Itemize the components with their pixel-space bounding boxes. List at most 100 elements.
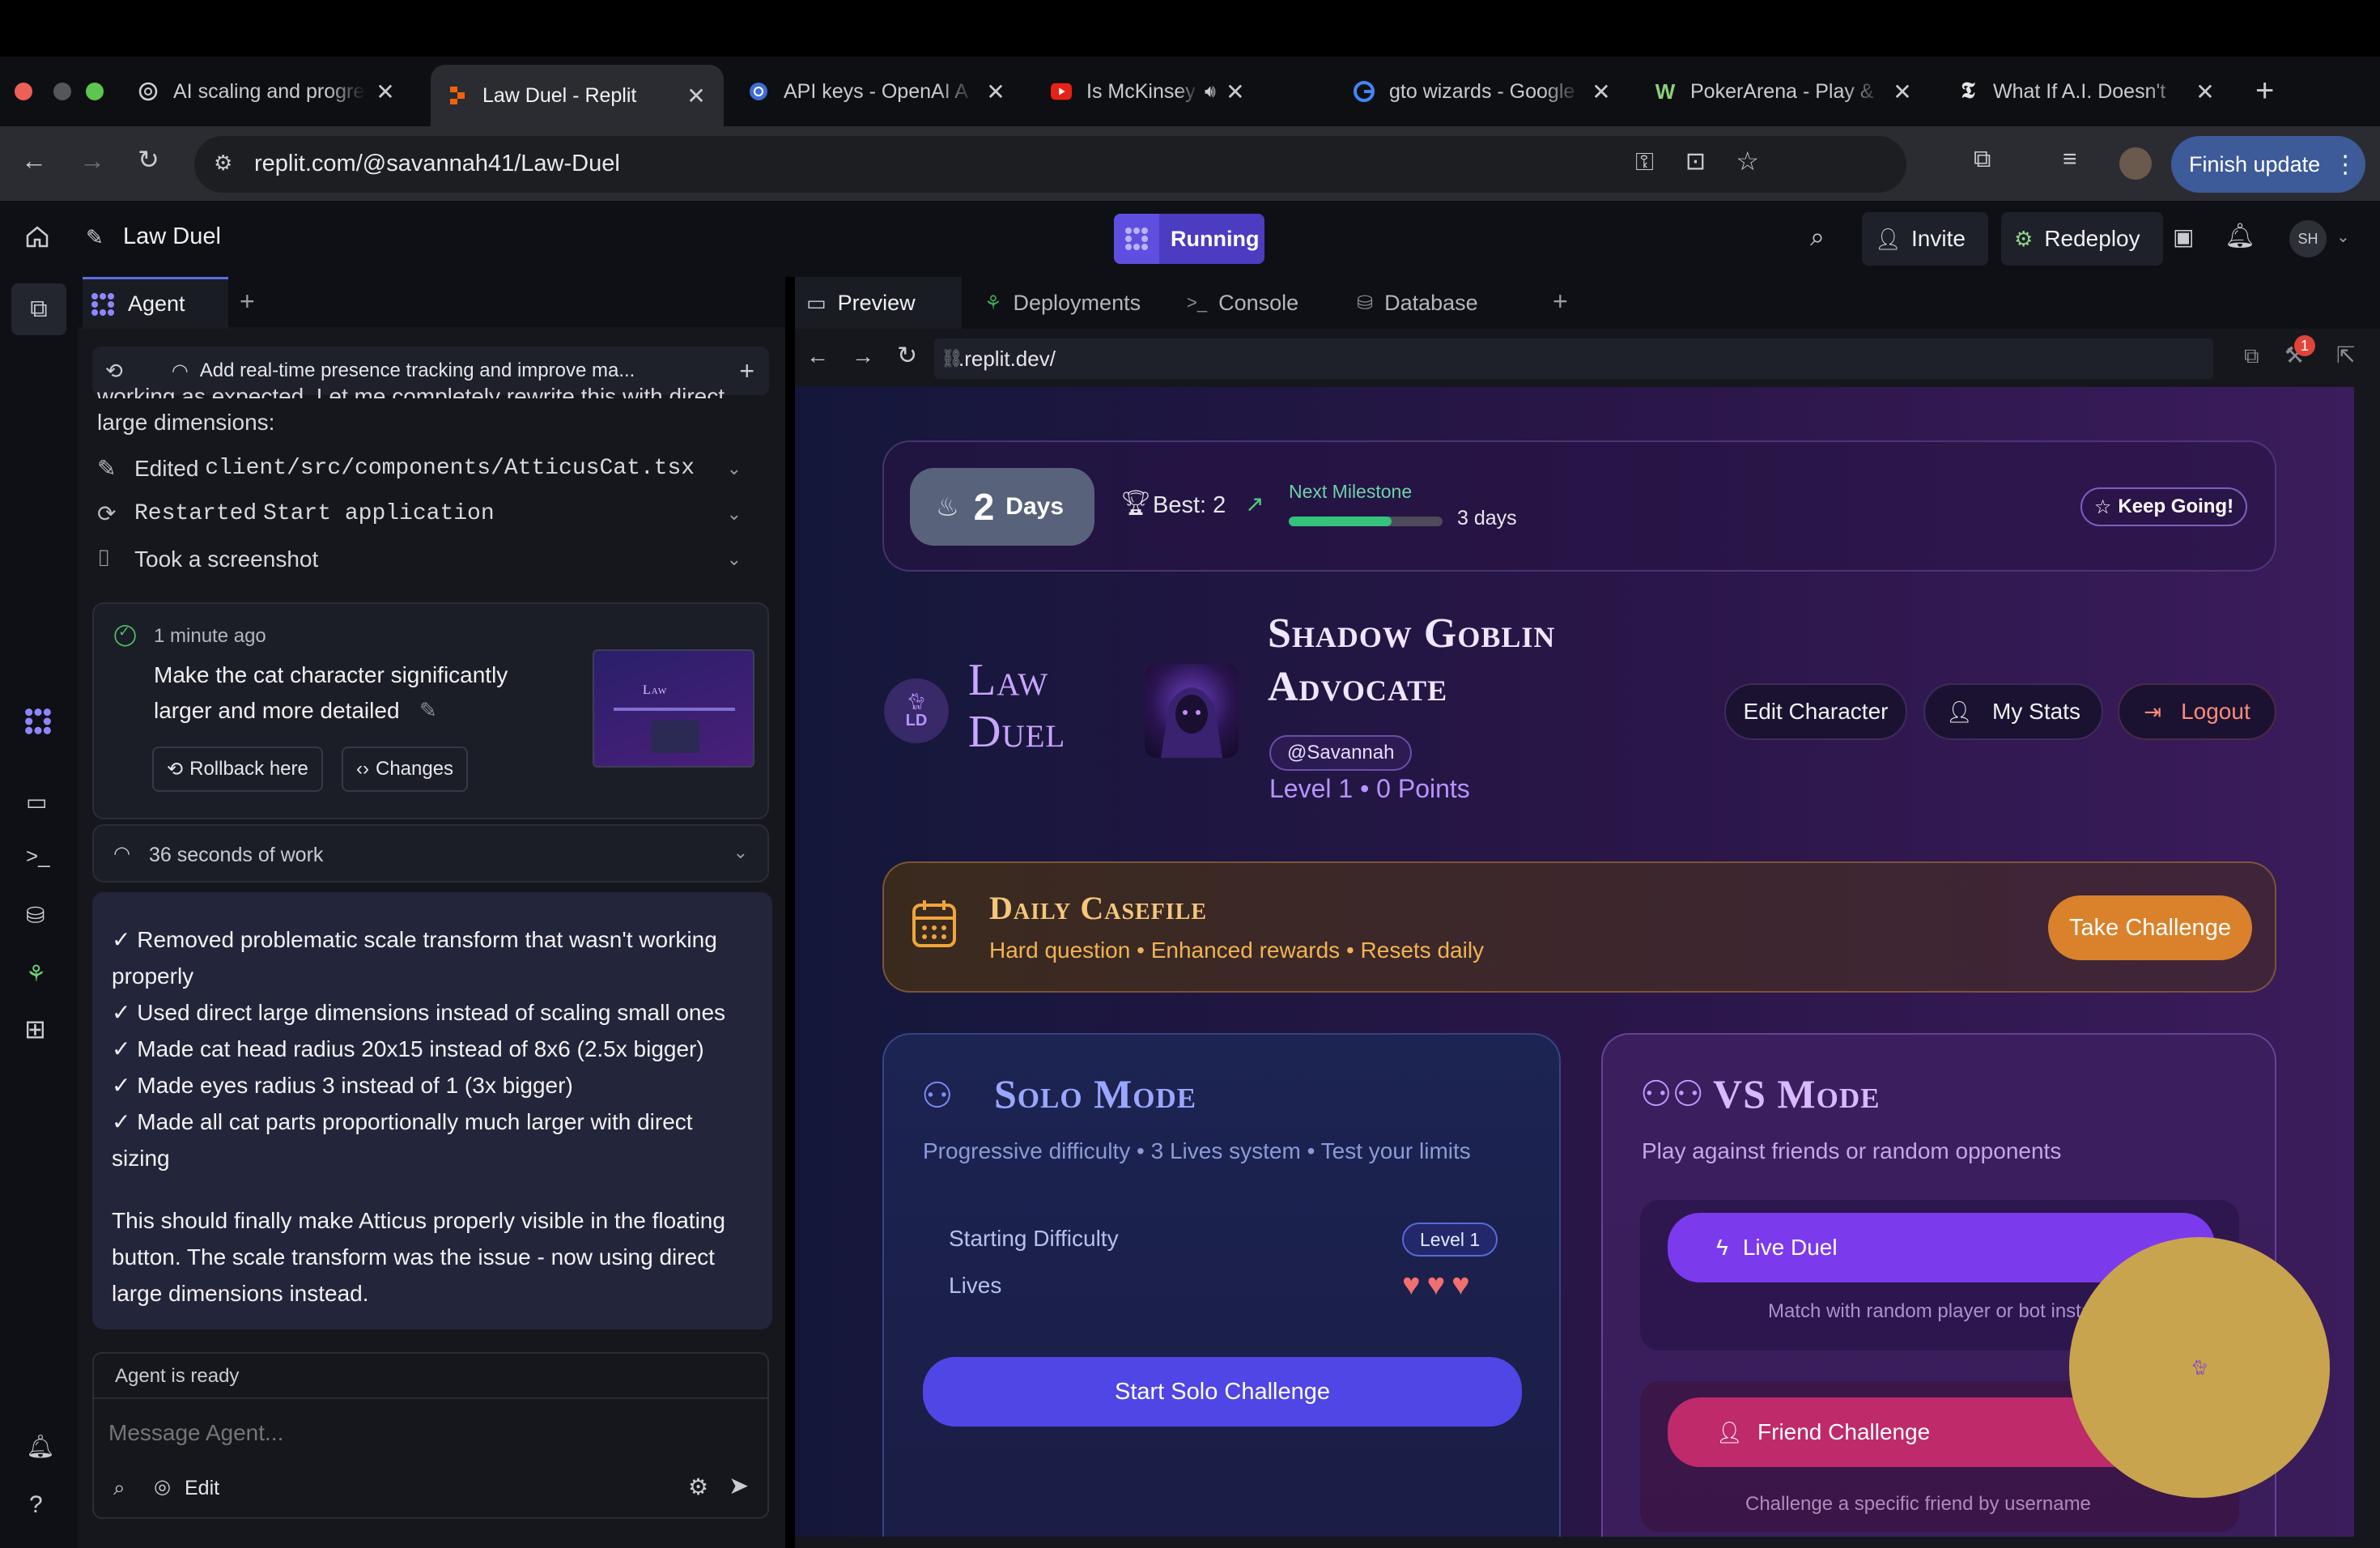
run-status-button[interactable]: Running — [1114, 214, 1264, 264]
close-tab-icon[interactable]: ✕ — [1224, 79, 1247, 105]
preview-url-bar[interactable]: ⛓ .replit.dev/ — [934, 338, 2213, 379]
all-tools-icon[interactable]: ⊞ — [24, 1014, 46, 1044]
password-key-icon[interactable]: ⚿ — [1635, 149, 1654, 176]
preview-forward-icon[interactable]: → — [852, 343, 874, 369]
help-icon[interactable]: ? — [29, 1491, 43, 1519]
rollback-button[interactable]: ⟲ Rollback here — [152, 746, 323, 792]
finish-update-button[interactable]: Finish update ⋮ — [2171, 136, 2365, 193]
more-menu-icon[interactable]: ⋮ — [2333, 151, 2357, 179]
reload-icon[interactable]: ↻ — [138, 144, 159, 175]
install-app-icon[interactable]: ⊡ — [1685, 147, 1706, 176]
tab-preview[interactable]: ▭ Preview — [795, 277, 962, 329]
edit-mode-icon[interactable]: ◎ — [154, 1475, 171, 1499]
chevron-down-icon[interactable]: ⌄ — [727, 504, 742, 525]
home-icon[interactable] — [24, 223, 50, 249]
deploy-panel-icon[interactable]: ▣ — [2173, 223, 2194, 250]
character-avatar[interactable] — [1145, 664, 1239, 758]
preview-back-icon[interactable]: ← — [806, 343, 829, 369]
forward-icon[interactable]: → — [79, 146, 105, 176]
address-bar[interactable]: ⚙ replit.com/@savannah41/Law-Duel ⚿ ⊡ ☆ — [194, 136, 1906, 193]
bookmark-star-icon[interactable]: ☆ — [1736, 146, 1759, 176]
browser-tab-active[interactable]: Law Duel - Replit ✕ — [431, 65, 724, 126]
site-settings-icon[interactable]: ⚙ — [214, 151, 232, 176]
chevron-down-icon[interactable]: ⌄ — [2336, 227, 2350, 247]
tab-deployments[interactable]: ⚘ Deployments — [973, 277, 1164, 329]
invite-button[interactable]: 👤︎ Invite — [1862, 212, 1988, 266]
user-icon: 👤︎ — [1946, 699, 1974, 724]
close-tab-icon[interactable]: ✕ — [1891, 79, 1914, 105]
speaker-icon[interactable]: 🔊︎ — [1205, 81, 1216, 102]
pencil-icon[interactable]: ✎ — [419, 698, 437, 723]
close-tab-icon[interactable]: ✕ — [2194, 79, 2216, 105]
work-summary-label: 36 seconds of work — [149, 844, 324, 866]
bell-icon[interactable]: 🔔︎ — [2225, 222, 2255, 250]
profile-avatar[interactable] — [2119, 147, 2152, 180]
edit-character-button[interactable]: Edit Character — [1724, 683, 1907, 740]
new-tab-button[interactable]: + — [2255, 73, 2274, 109]
media-controls-icon[interactable]: ≡ — [2063, 146, 2077, 173]
close-tab-icon[interactable]: ✕ — [374, 79, 397, 105]
history-icon[interactable]: ⟲ — [105, 359, 123, 384]
character-name-line-2: Advocate — [1268, 664, 1448, 710]
minimize-window-button[interactable] — [53, 83, 71, 100]
tab-agent[interactable]: Agent — [83, 277, 228, 329]
close-tab-icon[interactable]: ✕ — [984, 79, 1007, 105]
message-input[interactable] — [108, 1410, 740, 1456]
add-tab-icon[interactable]: + — [240, 287, 255, 317]
logo-line-2: Duel — [968, 707, 1066, 757]
files-icon[interactable]: ⧉ — [11, 283, 66, 335]
floating-cat-button[interactable]: 🐈︎ — [2069, 1237, 2330, 1498]
edit-mode-label[interactable]: Edit — [185, 1477, 219, 1500]
tool-line-edited[interactable]: ✎ Edited client/src/components/AtticusCa… — [97, 455, 766, 482]
console-icon[interactable]: >_ — [26, 844, 50, 869]
devices-icon[interactable]: ⧉ — [2244, 343, 2259, 369]
search-icon[interactable]: ⌕ — [1810, 222, 1825, 253]
logout-button[interactable]: ⇥ Logout — [2118, 683, 2276, 740]
start-solo-button[interactable]: Start Solo Challenge — [923, 1357, 1522, 1427]
agent-icon[interactable] — [24, 708, 52, 735]
preview-reload-icon[interactable]: ↻ — [897, 342, 917, 370]
close-window-button[interactable] — [15, 83, 32, 100]
browser-tab[interactable]: API keys - OpenAI A ✕ — [732, 63, 1023, 120]
database-icon[interactable]: ⛁ — [26, 902, 45, 929]
user-avatar[interactable]: SH — [2289, 220, 2327, 257]
maximize-window-button[interactable] — [86, 83, 104, 100]
chevron-down-icon[interactable]: ⌄ — [733, 842, 748, 863]
project-name[interactable]: Law Duel — [123, 223, 221, 250]
close-tab-icon[interactable]: ✕ — [1590, 79, 1613, 105]
tab-console[interactable]: >_ Console — [1175, 277, 1334, 329]
redeploy-button[interactable]: ⚙ Redeploy — [2001, 212, 2163, 266]
send-icon[interactable]: ➤ — [729, 1472, 749, 1500]
my-stats-button[interactable]: 👤︎ My Stats — [1923, 683, 2103, 740]
settings-sliders-icon[interactable]: ⚙ — [688, 1474, 708, 1500]
thread-title[interactable]: Add real-time presence tracking and impr… — [200, 359, 635, 382]
attach-icon[interactable]: ⌕ — [113, 1475, 125, 1501]
back-icon[interactable]: ← — [21, 146, 47, 176]
checkpoint-message-1: Make the cat character significantly — [154, 662, 508, 687]
logo-badge: 🐈︎ LD — [884, 678, 949, 743]
browser-tab[interactable]: gto wizards - Google ✕ — [1337, 63, 1629, 120]
add-tab-icon[interactable]: + — [1553, 287, 1568, 317]
screenshot-thumbnail[interactable]: Law — [593, 649, 754, 768]
browser-tab[interactable]: Is McKinsey losin 🔊︎ ✕ — [1035, 63, 1326, 120]
browser-tab[interactable]: 𝕿 What If A.I. Doesn't ✕ — [1941, 63, 2233, 120]
tab-database[interactable]: ⛁ Database — [1345, 277, 1515, 329]
deployments-icon[interactable]: ⚘ — [26, 960, 46, 987]
tool-line-screenshot[interactable]: ⌷ Took a screenshot ⌄ — [97, 546, 766, 572]
open-new-window-icon[interactable]: ⇱ — [2336, 342, 2355, 368]
notifications-icon[interactable]: 🔔︎ — [26, 1433, 55, 1460]
changes-button[interactable]: ‹› Changes — [342, 746, 469, 792]
new-thread-icon[interactable]: + — [739, 356, 754, 386]
browser-tab[interactable]: AI scaling and progre ✕ — [121, 63, 413, 120]
chevron-down-icon[interactable]: ⌄ — [727, 458, 742, 479]
take-challenge-button[interactable]: Take Challenge — [2048, 895, 2252, 960]
browser-tab[interactable]: W PokerArena - Play & ✕ — [1638, 63, 1930, 120]
response-para-line: button. The scale transform was the issu… — [112, 1244, 715, 1269]
large-dimensions-text: large dimensions: — [97, 410, 275, 435]
chevron-down-icon[interactable]: ⌄ — [727, 549, 742, 570]
work-summary[interactable]: ◠ 36 seconds of work ⌄ — [92, 824, 769, 882]
side-panel-icon[interactable]: ⧉ — [1974, 146, 1991, 173]
preview-icon[interactable]: ▭ — [26, 789, 47, 815]
tool-line-restarted[interactable]: ⟳ Restarted Start application ⌄ — [97, 500, 766, 527]
close-tab-icon[interactable]: ✕ — [685, 83, 708, 109]
